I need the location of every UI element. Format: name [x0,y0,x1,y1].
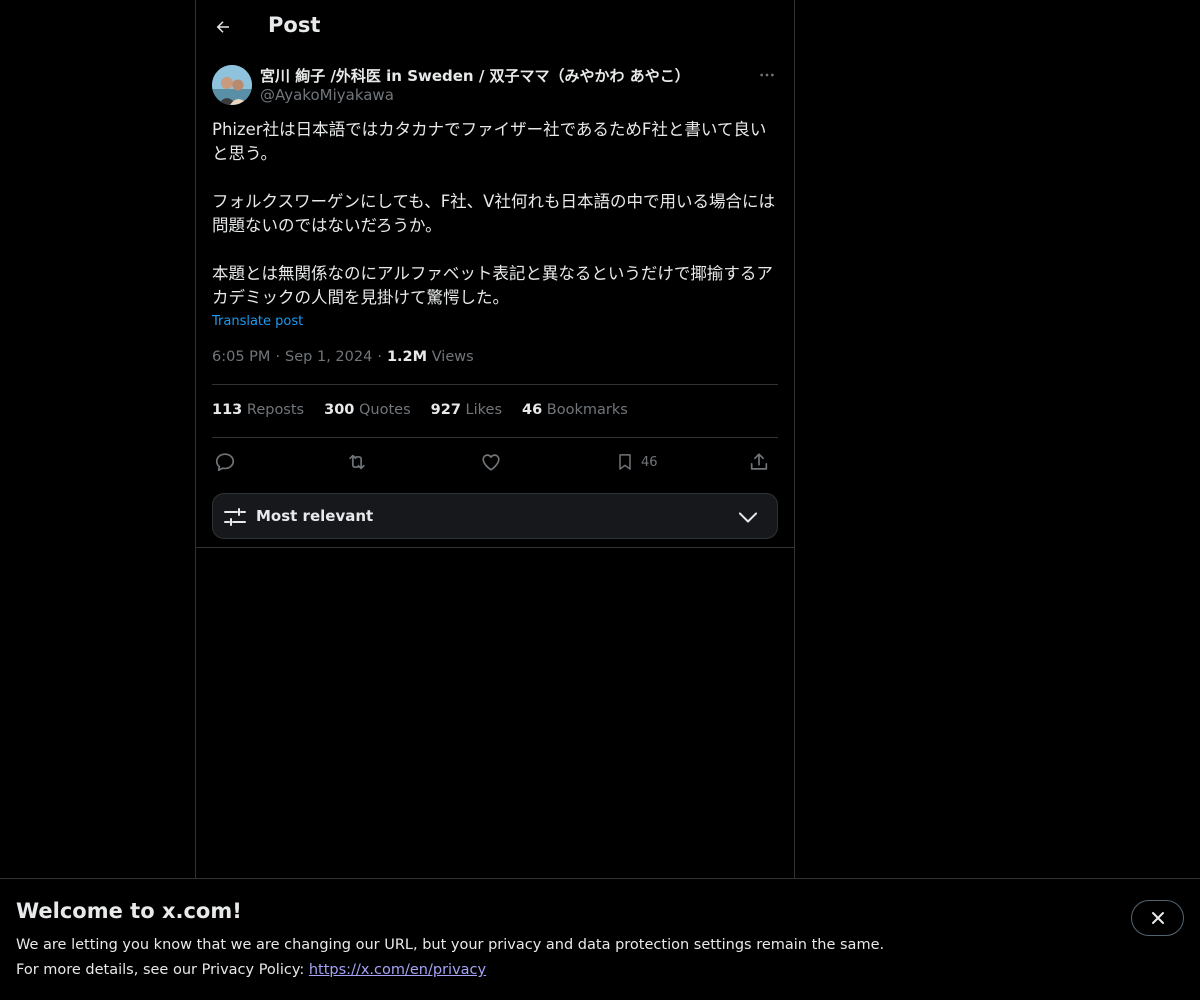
bookmark-button[interactable]: 46 [615,448,658,476]
repost-icon [349,454,365,470]
divider [212,384,778,385]
reply-icon [215,453,235,472]
more-options-button[interactable] [756,64,778,86]
sliders-icon [224,508,246,526]
reply-button[interactable] [214,448,236,476]
reply-sort-dropdown[interactable]: Most relevant [212,493,778,539]
quotes-label: Quotes [359,402,411,418]
post-paragraph: フォルクスワーゲンにしても、F社、V社何れも日本語の中で用いる場合には問題ないの… [212,192,775,235]
meta-separator: · [377,349,382,365]
arrow-left-icon [216,21,229,33]
banner-privacy-prefix: For more details, see our Privacy Policy… [16,962,309,978]
privacy-policy-link[interactable]: https://x.com/en/privacy [309,962,486,978]
share-button[interactable] [748,448,770,476]
url-change-banner: Welcome to x.com! We are letting you kno… [0,878,1200,1000]
quotes-stat[interactable]: 300 Quotes [324,402,411,418]
back-button[interactable] [208,12,238,42]
banner-message: We are letting you know that we are chan… [16,937,885,953]
like-button[interactable] [480,448,502,476]
reposts-label: Reposts [246,402,305,418]
bookmarks-count: 46 [522,402,543,418]
chevron-down-icon [738,512,758,523]
post-time[interactable]: 6:05 PM [212,349,270,365]
page-title: Post [268,13,321,37]
divider [196,547,794,548]
heart-icon [482,454,500,471]
bookmarks-label: Bookmarks [546,402,628,418]
likes-stat[interactable]: 927 Likes [431,402,502,418]
sort-label: Most relevant [256,507,374,525]
post-stats: 113 Reposts 300 Quotes 927 Likes 46 Book… [212,402,628,418]
banner-close-button[interactable] [1131,900,1184,936]
translate-post-link[interactable]: Translate post [212,314,303,329]
post-meta: 6:05 PM · Sep 1, 2024 · 1.2M Views [212,349,474,365]
post-column: Post 宮川 絢子 /外科医 in Sweden / 双子ママ（みやかわ あや… [195,0,795,880]
quotes-count: 300 [324,402,355,418]
likes-label: Likes [465,402,502,418]
post-paragraph: 本題とは無関係なのにアルファベット表記と異なるというだけで揶揄するアカデミックの… [212,264,773,307]
meta-separator: · [275,349,281,365]
post-text: Phizer社は日本語ではカタカナでファイザー社であるためF社と書いて良いと思う… [212,118,778,310]
reposts-count: 113 [212,402,243,418]
views-label: Views [431,349,474,365]
post-date[interactable]: Sep 1, 2024 [285,349,372,365]
post-paragraph: Phizer社は日本語ではカタカナでファイザー社であるためF社と書いて良いと思う… [212,120,767,163]
share-icon [750,453,768,470]
bookmarks-stat[interactable]: 46 Bookmarks [522,402,628,418]
likes-count: 927 [430,402,461,418]
close-icon [1151,912,1164,924]
divider [212,437,778,438]
avatar[interactable] [212,65,252,105]
reposts-stat[interactable]: 113 Reposts [212,402,304,418]
banner-privacy-line: For more details, see our Privacy Policy… [16,962,486,978]
page-header: Post [196,0,794,54]
bookmark-count: 46 [641,454,658,470]
views-count: 1.2M [386,349,428,365]
banner-title: Welcome to x.com! [16,899,242,923]
more-icon [760,73,774,77]
post-author: 宮川 絢子 /外科医 in Sweden / 双子ママ（みやかわ あやこ） @A… [212,64,778,106]
author-handle[interactable]: @AyakoMiyakawa [260,86,394,104]
author-display-name[interactable]: 宮川 絢子 /外科医 in Sweden / 双子ママ（みやかわ あやこ） [260,65,690,86]
bookmark-icon [619,454,631,470]
repost-button[interactable] [345,448,369,476]
post-actions: 46 [212,448,778,476]
